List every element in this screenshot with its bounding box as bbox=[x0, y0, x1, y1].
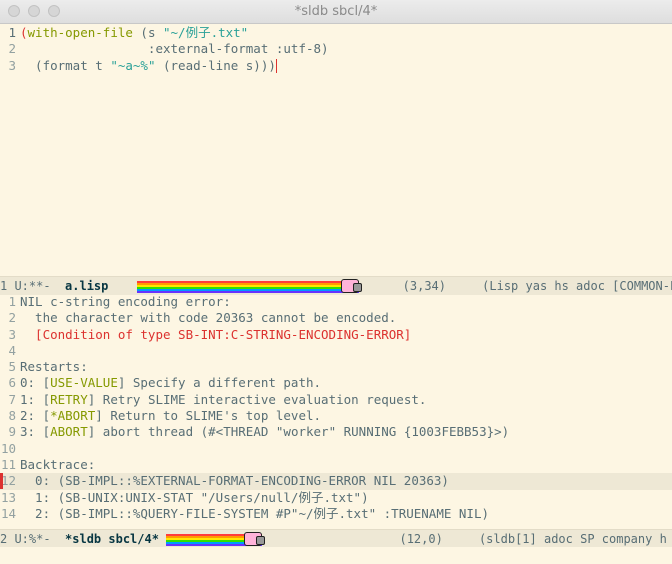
editor-pane-a-lisp[interactable]: 1 (with-open-file (s "~/例子.txt" 2 :extern… bbox=[0, 25, 672, 275]
line-number: 5 bbox=[8, 359, 16, 375]
restart-index: 3: [ bbox=[20, 424, 51, 440]
restart-description: ] Retry SLIME interactive evaluation req… bbox=[87, 391, 427, 407]
sldb-line: 1 NIL c-string encoding error: bbox=[0, 294, 672, 310]
condition-detail: the character with code 20363 cannot be … bbox=[20, 310, 397, 326]
restart-item[interactable]: 9 3: [ABORT] abort thread (#<THREAD "work… bbox=[0, 424, 672, 440]
mode-line-status: 1 U:**- bbox=[0, 279, 66, 293]
current-line-fringe bbox=[0, 473, 3, 490]
line-number: 1 bbox=[8, 25, 16, 40]
mode-line-sldb[interactable]: 2 U:%*- *sldb sbcl/4* (12,0) (sldb[1] ad… bbox=[0, 529, 672, 548]
code-text: (s bbox=[132, 25, 163, 40]
line-number: 3 bbox=[8, 326, 16, 342]
nyan-progress-bar[interactable] bbox=[166, 531, 266, 546]
paren: ( bbox=[20, 25, 28, 40]
sldb-line: 4 bbox=[0, 343, 672, 359]
restart-index: 2: [ bbox=[20, 408, 51, 424]
nyan-cat-icon bbox=[244, 531, 266, 546]
keyword: with-open-file bbox=[27, 25, 133, 40]
code-text: (read-line s))) bbox=[155, 57, 276, 73]
backtrace-frame[interactable]: 13 1: (SB-UNIX:UNIX-STAT "/Users/null/例子… bbox=[0, 490, 672, 506]
sldb-line: 2 the character with code 20363 cannot b… bbox=[0, 310, 672, 326]
line-number: 14 bbox=[0, 505, 16, 521]
restart-description: ] abort thread (#<THREAD "worker" RUNNIN… bbox=[87, 424, 510, 440]
mode-line-position: (3,34) bbox=[402, 279, 447, 293]
string-literal: "~a~%" bbox=[110, 57, 156, 73]
code-text: (format t bbox=[20, 57, 111, 73]
nyan-progress-bar[interactable] bbox=[137, 278, 363, 293]
mode-line-modes[interactable]: (sldb[1] adoc SP company h Undo-Tree bbox=[479, 532, 672, 546]
restart-item[interactable]: 7 1: [RETRY] Retry SLIME interactive eval… bbox=[0, 392, 672, 408]
code-line[interactable]: 1 (with-open-file (s "~/例子.txt" bbox=[0, 25, 672, 41]
line-number: 13 bbox=[0, 489, 16, 505]
condition-type: [Condition of type SB-INT:C-STRING-ENCOD… bbox=[20, 326, 412, 342]
line-number: 2 bbox=[8, 41, 16, 57]
mode-line-buffer-name[interactable]: a.lisp bbox=[65, 279, 108, 293]
code-line[interactable]: 2 :external-format :utf-8) bbox=[0, 41, 672, 57]
string-literal: "~/例子.txt" bbox=[163, 25, 249, 40]
sldb-line: 11 Backtrace: bbox=[0, 457, 672, 473]
line-number: 2 bbox=[8, 310, 16, 326]
mode-line-position: (12,0) bbox=[399, 532, 443, 546]
mode-line-status: 2 U:%*- bbox=[0, 532, 66, 546]
line-number: 3 bbox=[8, 57, 16, 73]
line-number: 7 bbox=[8, 391, 16, 407]
line-number: 11 bbox=[0, 456, 16, 472]
backtrace-heading: Backtrace: bbox=[20, 456, 96, 472]
restart-abort-thread[interactable]: ABORT bbox=[50, 424, 88, 439]
mode-line-a-lisp[interactable]: 1 U:**- a.lisp (3,34) (Lisp yas hs adoc … bbox=[0, 276, 672, 295]
window-title: *sldb sbcl/4* bbox=[294, 4, 378, 19]
sldb-line: 3 [Condition of type SB-INT:C-STRING-ENC… bbox=[0, 327, 672, 343]
text-cursor bbox=[275, 59, 277, 74]
restart-index: 1: [ bbox=[20, 391, 51, 407]
restart-retry[interactable]: RETRY bbox=[50, 392, 88, 407]
line-number: 6 bbox=[8, 375, 16, 391]
backtrace-frame[interactable]: 12 0: (SB-IMPL::%EXTERNAL-FORMAT-ENCODIN… bbox=[0, 473, 672, 490]
restart-abort-slime[interactable]: *ABORT bbox=[50, 408, 95, 423]
condition-message: NIL c-string encoding error: bbox=[20, 294, 231, 309]
mode-line-modes[interactable]: (Lisp yas hs adoc [COMMON-LISP-USER bbox=[482, 279, 672, 293]
restart-index: 0: [ bbox=[20, 375, 51, 391]
line-number: 10 bbox=[0, 440, 16, 456]
restart-item[interactable]: 8 2: [*ABORT] Return to SLIME's top level… bbox=[0, 408, 672, 424]
restarts-heading: Restarts: bbox=[20, 359, 88, 375]
frame-text: 0: (SB-IMPL::%EXTERNAL-FORMAT-ENCODING-E… bbox=[20, 473, 449, 489]
backtrace-frame[interactable]: 14 2: (SB-IMPL::%QUERY-FILE-SYSTEM #P"~/… bbox=[0, 506, 672, 522]
sldb-line: 5 Restarts: bbox=[0, 359, 672, 375]
frame-text: 1: (SB-UNIX:UNIX-STAT "/Users/null/例子.tx… bbox=[20, 489, 369, 505]
sldb-line: 10 bbox=[0, 441, 672, 457]
line-number: 1 bbox=[8, 294, 16, 309]
mode-line-buffer-name[interactable]: *sldb sbcl/4* bbox=[65, 532, 159, 546]
restart-use-value[interactable]: USE-VALUE bbox=[50, 375, 118, 390]
window-titlebar: *sldb sbcl/4* bbox=[0, 0, 672, 24]
nyan-cat-icon bbox=[341, 278, 363, 293]
echo-area[interactable] bbox=[0, 547, 672, 564]
line-number: 8 bbox=[8, 408, 16, 424]
line-number: 12 bbox=[0, 473, 16, 489]
line-number: 4 bbox=[8, 342, 16, 358]
code-text: :external-format :utf-8) bbox=[20, 41, 329, 57]
restart-description: ] Return to SLIME's top level. bbox=[95, 408, 322, 424]
restart-item[interactable]: 6 0: [USE-VALUE] Specify a different path… bbox=[0, 375, 672, 391]
code-line[interactable]: 3 (format t "~a~%" (read-line s))) bbox=[0, 58, 672, 74]
sldb-pane[interactable]: 1 NIL c-string encoding error: 2 the char… bbox=[0, 294, 672, 528]
frame-text: 2: (SB-IMPL::%QUERY-FILE-SYSTEM #P"~/例子.… bbox=[20, 505, 490, 521]
restart-description: ] Specify a different path. bbox=[117, 375, 322, 391]
line-number: 9 bbox=[8, 424, 16, 440]
